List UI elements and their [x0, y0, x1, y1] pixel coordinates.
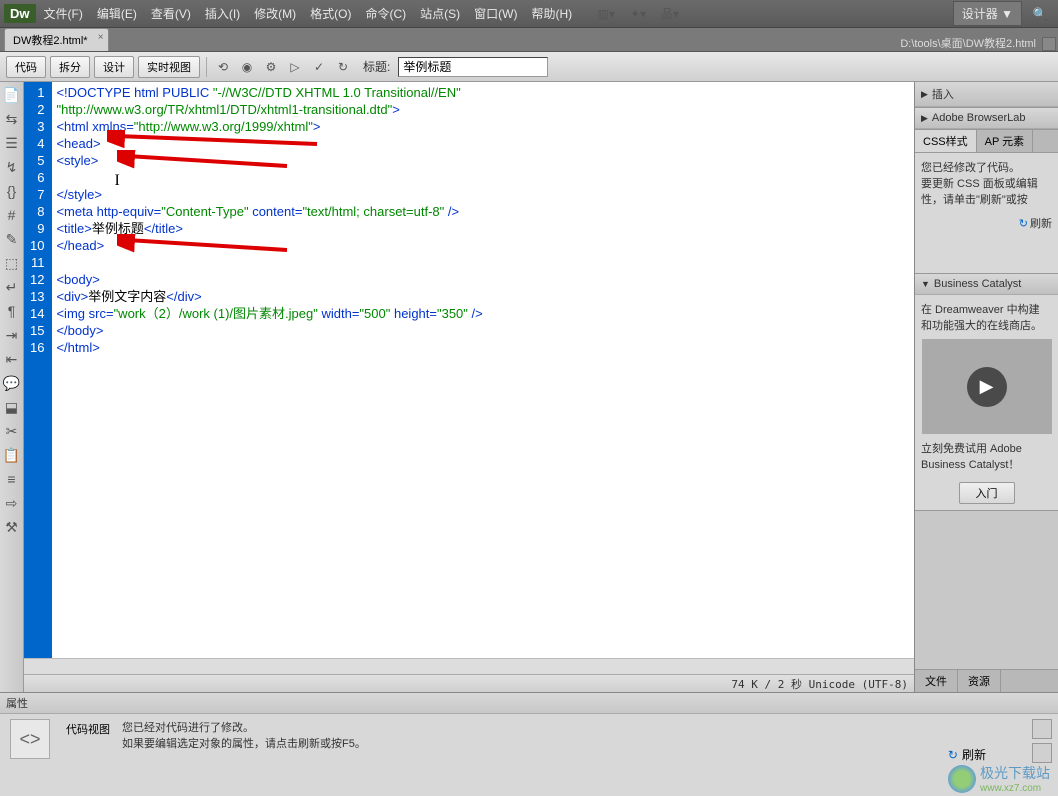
open-docs-icon[interactable]: 📄 — [3, 86, 21, 104]
insert-panel-header[interactable]: ▶插入 — [915, 82, 1058, 107]
syntax-icon[interactable]: ⬚ — [3, 254, 21, 272]
app-logo: Dw — [4, 4, 36, 23]
workspace-switcher[interactable]: 设计器 ▼ — [953, 1, 1022, 26]
line-gutter: 12345678 910111213141516 — [24, 82, 52, 658]
separator — [206, 57, 207, 77]
bc-video-thumbnail[interactable]: ▶ — [922, 339, 1052, 434]
collapse-tag-icon[interactable]: ⇆ — [3, 110, 21, 128]
format-icon[interactable]: ≡ — [3, 470, 21, 488]
inspect-icon[interactable]: ◉ — [237, 57, 257, 77]
menu-window[interactable]: 窗口(W) — [474, 5, 517, 22]
props-mode: 代码视图 — [60, 713, 116, 796]
menu-site[interactable]: 站点(S) — [420, 5, 460, 22]
tab-label: DW教程2.html* — [13, 35, 88, 47]
highlight-icon[interactable]: ✎ — [3, 230, 21, 248]
css-msg: 您已经修改了代码。 — [921, 159, 1052, 175]
properties-title[interactable]: 属性 — [0, 693, 1058, 714]
recent-snippets-icon[interactable]: ✂ — [3, 422, 21, 440]
watermark-logo-icon — [948, 765, 976, 793]
watermark: 极光下载站 www.xz7.com — [948, 763, 1050, 794]
live-code-icon[interactable]: ⟲ — [213, 57, 233, 77]
check-icon[interactable]: ✓ — [309, 57, 329, 77]
code-toolbar: 📄 ⇆ ☰ ↯ {} # ✎ ⬚ ↵ ¶ ⇥ ⇤ 💬 ⬓ ✂ 📋 ≡ ⇨ ⚒ — [0, 82, 24, 692]
search-icon[interactable]: 🔍 — [1030, 4, 1050, 24]
document-path: D:\tools\桌面\DW教程2.html — [900, 35, 1042, 51]
bc-msg: 和功能强大的在线商店。 — [921, 317, 1052, 333]
code-view-icon: <> — [10, 719, 50, 759]
menu-modify[interactable]: 修改(M) — [254, 5, 296, 22]
indent-icon[interactable]: ⇥ — [3, 326, 21, 344]
site-icon[interactable]: 品▾ — [660, 4, 680, 24]
menu-insert[interactable]: 插入(I) — [205, 5, 240, 22]
props-msg: 如果要编辑选定对象的属性，请点击刷新或按F5。 — [122, 735, 936, 751]
files-tab[interactable]: 文件 — [915, 670, 958, 692]
code-view-button[interactable]: 代码 — [6, 56, 46, 78]
indent-code-icon[interactable]: ⇨ — [3, 494, 21, 512]
business-catalyst-header[interactable]: ▼Business Catalyst — [915, 274, 1058, 295]
play-icon: ▶ — [967, 367, 1007, 407]
refresh-icon: ↻ — [1019, 217, 1028, 230]
document-toolbar: 代码 拆分 设计 实时视图 ⟲ ◉ ⚙ ▷ ✓ ↻ 标题: — [0, 52, 1058, 82]
hidden-chars-icon[interactable]: ¶ — [3, 302, 21, 320]
document-tab[interactable]: DW教程2.html* × — [4, 28, 109, 51]
menu-format[interactable]: 格式(O) — [310, 5, 351, 22]
balance-braces-icon[interactable]: {} — [3, 182, 21, 200]
options-icon[interactable] — [1032, 743, 1052, 763]
word-wrap-icon[interactable]: ↵ — [3, 278, 21, 296]
live-view-button[interactable]: 实时视图 — [138, 56, 200, 78]
get-started-button[interactable]: 入门 — [959, 482, 1015, 504]
ap-elements-tab[interactable]: AP 元素 — [977, 130, 1034, 152]
close-icon[interactable]: × — [98, 32, 104, 43]
tool-icon[interactable]: ⚒ — [3, 518, 21, 536]
menu-help[interactable]: 帮助(H) — [531, 5, 572, 22]
browserlab-panel-header[interactable]: ▶Adobe BrowserLab — [915, 108, 1058, 129]
menu-file[interactable]: 文件(F) — [44, 5, 83, 22]
expand-icon: ▶ — [921, 113, 928, 124]
watermark-name: 极光下载站 — [980, 763, 1050, 783]
collapse-icon[interactable] — [1042, 37, 1056, 51]
css-msg: 要更新 CSS 面板或编辑 — [921, 175, 1052, 191]
properties-panel: 属性 <> 代码视图 您已经对代码进行了修改。 如果要编辑选定对象的属性，请点击… — [0, 692, 1058, 796]
wrap-tag-icon[interactable]: ⬓ — [3, 398, 21, 416]
collapse-icon: ▼ — [921, 279, 930, 289]
extend-icon[interactable]: ✦▾ — [628, 4, 648, 24]
refresh-button[interactable]: 刷新 — [962, 746, 986, 763]
browser-icon[interactable]: ⚙ — [261, 57, 281, 77]
menu-commands[interactable]: 命令(C) — [365, 5, 406, 22]
status-bar: 74 K / 2 秒 Unicode (UTF-8) — [24, 674, 914, 692]
bc-try-msg: 立刻免费试用 Adobe Business Catalyst！ — [921, 440, 1052, 472]
parent-tag-icon[interactable]: ↯ — [3, 158, 21, 176]
outdent-icon[interactable]: ⇤ — [3, 350, 21, 368]
code-content[interactable]: <!DOCTYPE html PUBLIC "-//W3C//DTD XHTML… — [52, 82, 914, 658]
bc-msg: 在 Dreamweaver 中构建 — [921, 301, 1052, 317]
menu-view[interactable]: 查看(V) — [151, 5, 191, 22]
code-editor: 12345678 910111213141516 <!DOCTYPE html … — [24, 82, 914, 692]
title-label: 标题: — [363, 58, 390, 75]
title-input[interactable] — [398, 57, 548, 77]
horizontal-scrollbar[interactable] — [24, 658, 914, 674]
panel-dock: ▶插入 ▶Adobe BrowserLab CSS样式 AP 元素 您已经修改了… — [914, 82, 1058, 692]
css-msg: 性，请单击"刷新"或按 — [921, 191, 1052, 207]
css-styles-tab[interactable]: CSS样式 — [915, 130, 977, 152]
props-msg: 您已经对代码进行了修改。 — [122, 719, 936, 735]
main-menubar: Dw 文件(F) 编辑(E) 查看(V) 插入(I) 修改(M) 格式(O) 命… — [0, 0, 1058, 28]
preview-icon[interactable]: ▷ — [285, 57, 305, 77]
assets-tab[interactable]: 资源 — [958, 670, 1001, 692]
split-view-button[interactable]: 拆分 — [50, 56, 90, 78]
design-view-button[interactable]: 设计 — [94, 56, 134, 78]
refresh-button[interactable]: ↻ 刷新 — [1019, 215, 1052, 231]
refresh-icon[interactable]: ↻ — [333, 57, 353, 77]
move-css-icon[interactable]: 📋 — [3, 446, 21, 464]
layout-icon[interactable]: ▥▾ — [596, 4, 616, 24]
expand-icon[interactable]: ☰ — [3, 134, 21, 152]
refresh-icon: ↻ — [948, 748, 958, 762]
expand-icon: ▶ — [921, 89, 928, 100]
comment-icon[interactable]: 💬 — [3, 374, 21, 392]
help-icon[interactable] — [1032, 719, 1052, 739]
menu-edit[interactable]: 编辑(E) — [97, 5, 137, 22]
watermark-url: www.xz7.com — [980, 783, 1050, 794]
text-cursor-icon: I — [114, 172, 119, 190]
document-tabbar: DW教程2.html* × D:\tools\桌面\DW教程2.html — [0, 28, 1058, 52]
line-numbers-icon[interactable]: # — [3, 206, 21, 224]
